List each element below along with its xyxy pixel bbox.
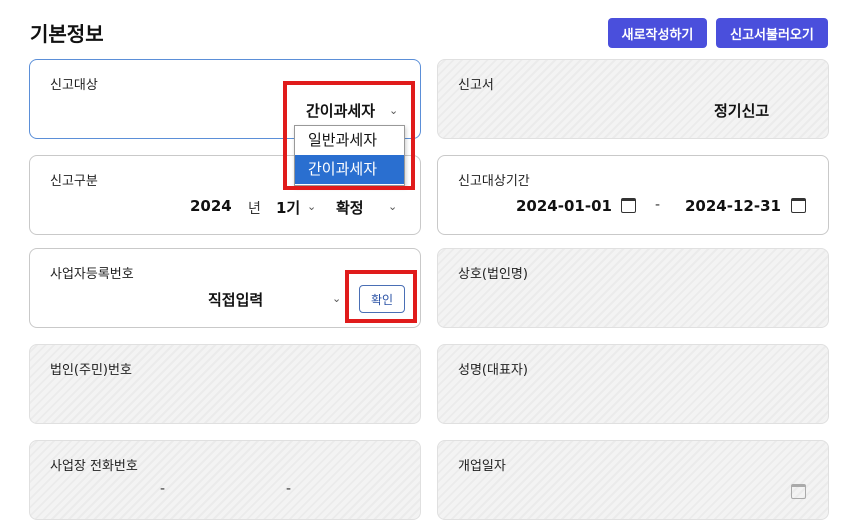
phone-label: 사업장 전화번호 (50, 459, 138, 474)
company-name-field: 상호(법인명) (437, 248, 829, 328)
rep-name-field: 성명(대표자) (437, 344, 829, 424)
report-target-select[interactable]: 간이과세자 (306, 100, 375, 121)
start-date-input[interactable]: 2024-01-01 (516, 197, 612, 215)
company-name-label: 상호(법인명) (458, 267, 528, 282)
calendar-icon[interactable] (791, 198, 806, 213)
business-no-label: 사업자등록번호 (50, 267, 134, 282)
new-report-button[interactable]: 새로작성하기 (608, 18, 707, 48)
calendar-icon (791, 484, 806, 499)
chevron-down-icon: ⌄ (388, 200, 398, 213)
chevron-down-icon: ⌄ (332, 292, 342, 305)
report-period-field: 신고대상기간 2024-01-01 - 2024-12-31 (437, 155, 829, 235)
load-report-button[interactable]: 신고서불러오기 (716, 18, 828, 48)
open-date-field: 개업일자 (437, 440, 829, 520)
report-form-label: 신고서 (458, 78, 494, 93)
report-target-dropdown: 일반과세자 간이과세자 (294, 125, 405, 186)
report-form-field: 신고서 정기신고 (437, 59, 829, 139)
status-select[interactable]: 확정 (336, 197, 364, 218)
report-form-value: 정기신고 (714, 102, 770, 120)
year-input[interactable]: 2024 (190, 197, 232, 215)
dropdown-option-simple[interactable]: 간이과세자 (295, 155, 404, 184)
confirm-button[interactable]: 확인 (359, 285, 405, 313)
phone-separator: - (160, 481, 166, 497)
rep-name-label: 성명(대표자) (458, 363, 528, 378)
date-separator: - (655, 197, 661, 213)
report-type-label: 신고구분 (50, 174, 98, 189)
phone-separator: - (286, 481, 292, 497)
end-date-input[interactable]: 2024-12-31 (685, 197, 781, 215)
calendar-icon[interactable] (621, 198, 636, 213)
report-target-label: 신고대상 (50, 78, 98, 93)
open-date-label: 개업일자 (458, 459, 506, 474)
page-title: 기본정보 (30, 22, 104, 46)
year-unit: 년 (248, 201, 261, 217)
dropdown-option-general[interactable]: 일반과세자 (295, 126, 404, 155)
corp-no-label: 법인(주민)번호 (50, 363, 132, 378)
corp-no-field: 법인(주민)번호 (29, 344, 421, 424)
phone-field: 사업장 전화번호 - - (29, 440, 421, 520)
chevron-down-icon: ⌄ (307, 200, 317, 213)
report-period-label: 신고대상기간 (458, 174, 530, 189)
period-select[interactable]: 1기 (276, 197, 300, 218)
chevron-down-icon: ⌄ (389, 104, 399, 117)
business-no-mode-select[interactable]: 직접입력 (208, 289, 263, 310)
